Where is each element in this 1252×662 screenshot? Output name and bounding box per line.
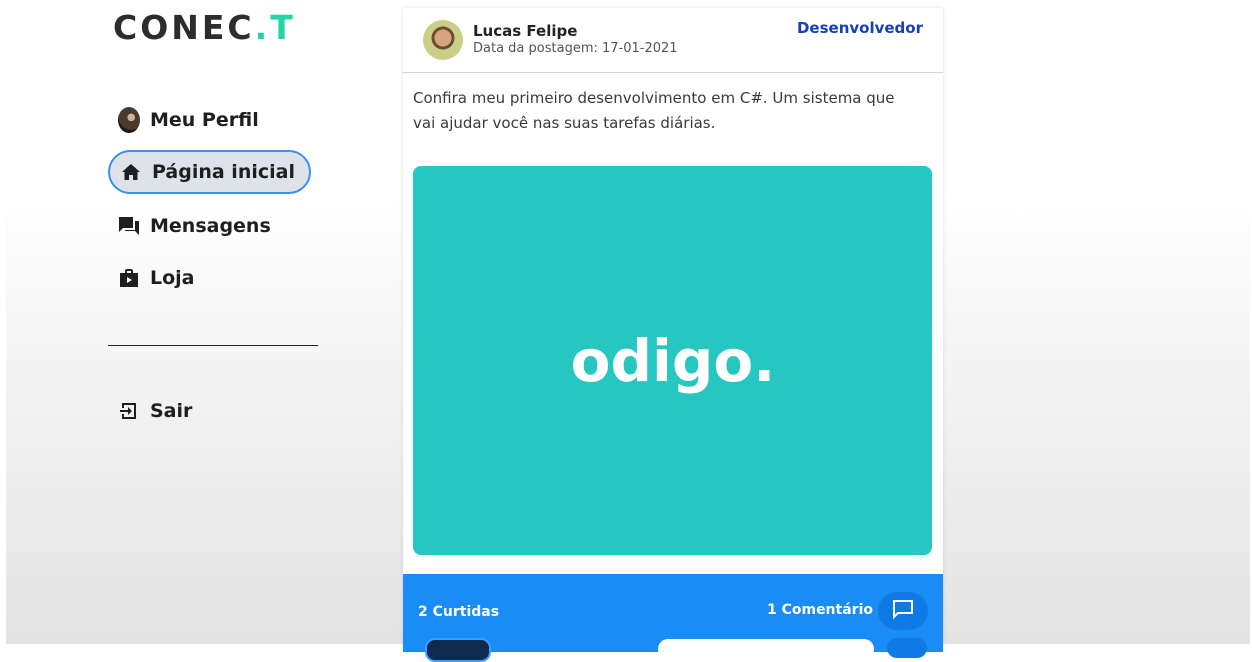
sidebar-item-label: Loja bbox=[150, 267, 195, 289]
author-role: Desenvolvedor bbox=[796, 19, 923, 37]
comment-icon bbox=[892, 599, 914, 623]
post-footer: 2 Curtidas 1 Comentário bbox=[403, 574, 943, 662]
logout-label: Sair bbox=[150, 400, 193, 422]
author-avatar[interactable] bbox=[423, 20, 463, 60]
sidebar-item-label: Página inicial bbox=[152, 161, 295, 183]
post-date: Data da postagem: 17-01-2021 bbox=[473, 41, 678, 56]
sidebar-divider bbox=[108, 345, 318, 346]
logout-button[interactable]: Sair bbox=[108, 389, 206, 433]
post-card: Lucas Felipe Data da postagem: 17-01-202… bbox=[403, 8, 943, 662]
post-header: Lucas Felipe Data da postagem: 17-01-202… bbox=[403, 8, 943, 73]
shopping-bag-icon bbox=[118, 267, 140, 289]
comment-button[interactable] bbox=[878, 592, 928, 630]
sidebar-item-store[interactable]: Loja bbox=[108, 256, 209, 300]
like-button[interactable] bbox=[425, 638, 491, 662]
post-image[interactable]: odigo. bbox=[413, 166, 932, 555]
comments-count: 1 Comentário bbox=[766, 602, 873, 618]
comment-input[interactable] bbox=[658, 639, 874, 659]
author-name[interactable]: Lucas Felipe bbox=[473, 22, 577, 40]
svg-text:odigo.: odigo. bbox=[570, 327, 775, 395]
sidebar-item-profile[interactable]: Meu Perfil bbox=[108, 98, 273, 142]
app-logo[interactable]: CONEC.T bbox=[113, 8, 296, 47]
logout-icon bbox=[118, 400, 140, 422]
sidebar-item-label: Meu Perfil bbox=[150, 109, 259, 131]
odigo-logo: odigo. bbox=[570, 327, 775, 395]
chat-icon bbox=[118, 215, 140, 237]
likes-count: 2 Curtidas bbox=[418, 604, 500, 620]
home-icon bbox=[120, 161, 142, 183]
sidebar-item-home[interactable]: Página inicial bbox=[108, 150, 311, 194]
sidebar-item-messages[interactable]: Mensagens bbox=[108, 204, 285, 248]
post-text: Confira meu primeiro desenvolvimento em … bbox=[413, 89, 895, 132]
send-button[interactable] bbox=[887, 638, 927, 658]
user-avatar bbox=[118, 107, 140, 133]
sidebar-item-label: Mensagens bbox=[150, 215, 271, 237]
